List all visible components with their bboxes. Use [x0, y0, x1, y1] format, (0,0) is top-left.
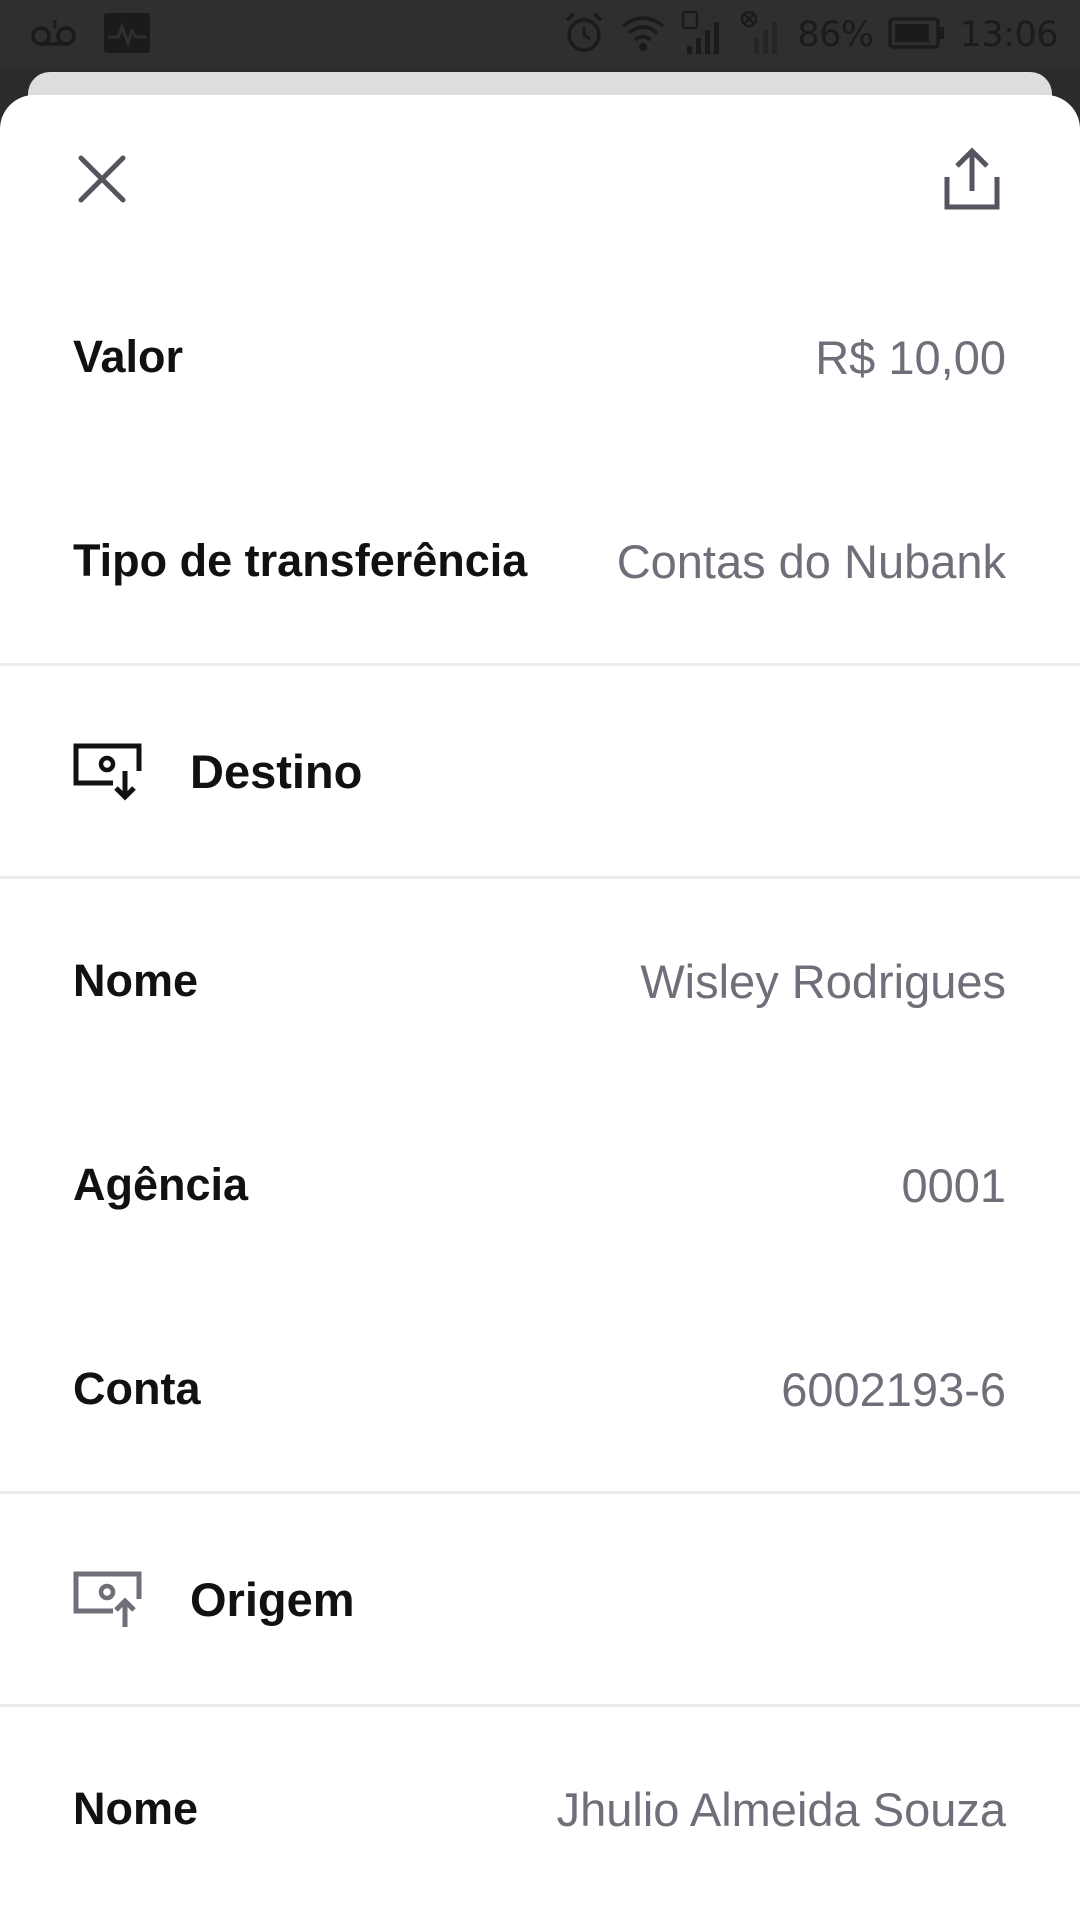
- share-icon: [943, 147, 1001, 215]
- destino-nome-label: Nome: [73, 955, 199, 1006]
- section-origem: Origem: [0, 1494, 1080, 1704]
- row-destino-agencia: Agência 0001: [0, 1083, 1080, 1287]
- battery-icon: [887, 17, 946, 53]
- tipo-value: Contas do Nubank: [616, 534, 1006, 588]
- alarm-icon: [563, 12, 605, 58]
- battery-percentage: 86%: [797, 15, 874, 55]
- row-destino-conta: Conta 6002193-6: [0, 1287, 1080, 1491]
- status-bar: 86% 13:06: [0, 0, 1080, 70]
- close-icon: [77, 154, 127, 208]
- transfer-receipt-sheet: Valor R$ 10,00 Tipo de transferência Con…: [0, 95, 1080, 1920]
- destino-agencia-value: 0001: [901, 1158, 1006, 1212]
- origem-nome-label: Nome: [73, 1783, 199, 1834]
- share-button[interactable]: [936, 141, 1008, 221]
- origem-nome-value: Jhulio Almeida Souza: [556, 1782, 1006, 1836]
- voicemail-icon: [30, 18, 78, 52]
- row-tipo-transferencia: Tipo de transferência Contas do Nubank: [0, 459, 1080, 663]
- destino-agencia-label: Agência: [73, 1159, 249, 1210]
- destino-conta-value: 6002193-6: [781, 1362, 1006, 1416]
- activity-icon: [104, 13, 150, 57]
- money-in-icon: [73, 741, 143, 801]
- row-destino-nome: Nome Wisley Rodrigues: [0, 879, 1080, 1083]
- origem-title: Origem: [190, 1572, 355, 1626]
- valor-label: Valor: [73, 331, 184, 382]
- row-valor: Valor R$ 10,00: [0, 255, 1080, 459]
- signal-sim2-no-service-icon: [739, 10, 783, 60]
- destino-title: Destino: [190, 744, 363, 798]
- sheet-toolbar: [0, 95, 1080, 265]
- section-destino: Destino: [0, 666, 1080, 876]
- money-out-icon: [73, 1569, 143, 1629]
- signal-sim1-icon: [681, 10, 725, 60]
- row-origem-nome: Nome Jhulio Almeida Souza: [0, 1707, 1080, 1911]
- destino-conta-label: Conta: [73, 1363, 201, 1414]
- close-button[interactable]: [66, 145, 138, 217]
- tipo-label: Tipo de transferência: [73, 535, 528, 586]
- valor-value: R$ 10,00: [815, 330, 1006, 384]
- clock: 13:06: [959, 15, 1059, 55]
- destino-nome-value: Wisley Rodrigues: [640, 954, 1006, 1008]
- wifi-icon: [619, 12, 667, 58]
